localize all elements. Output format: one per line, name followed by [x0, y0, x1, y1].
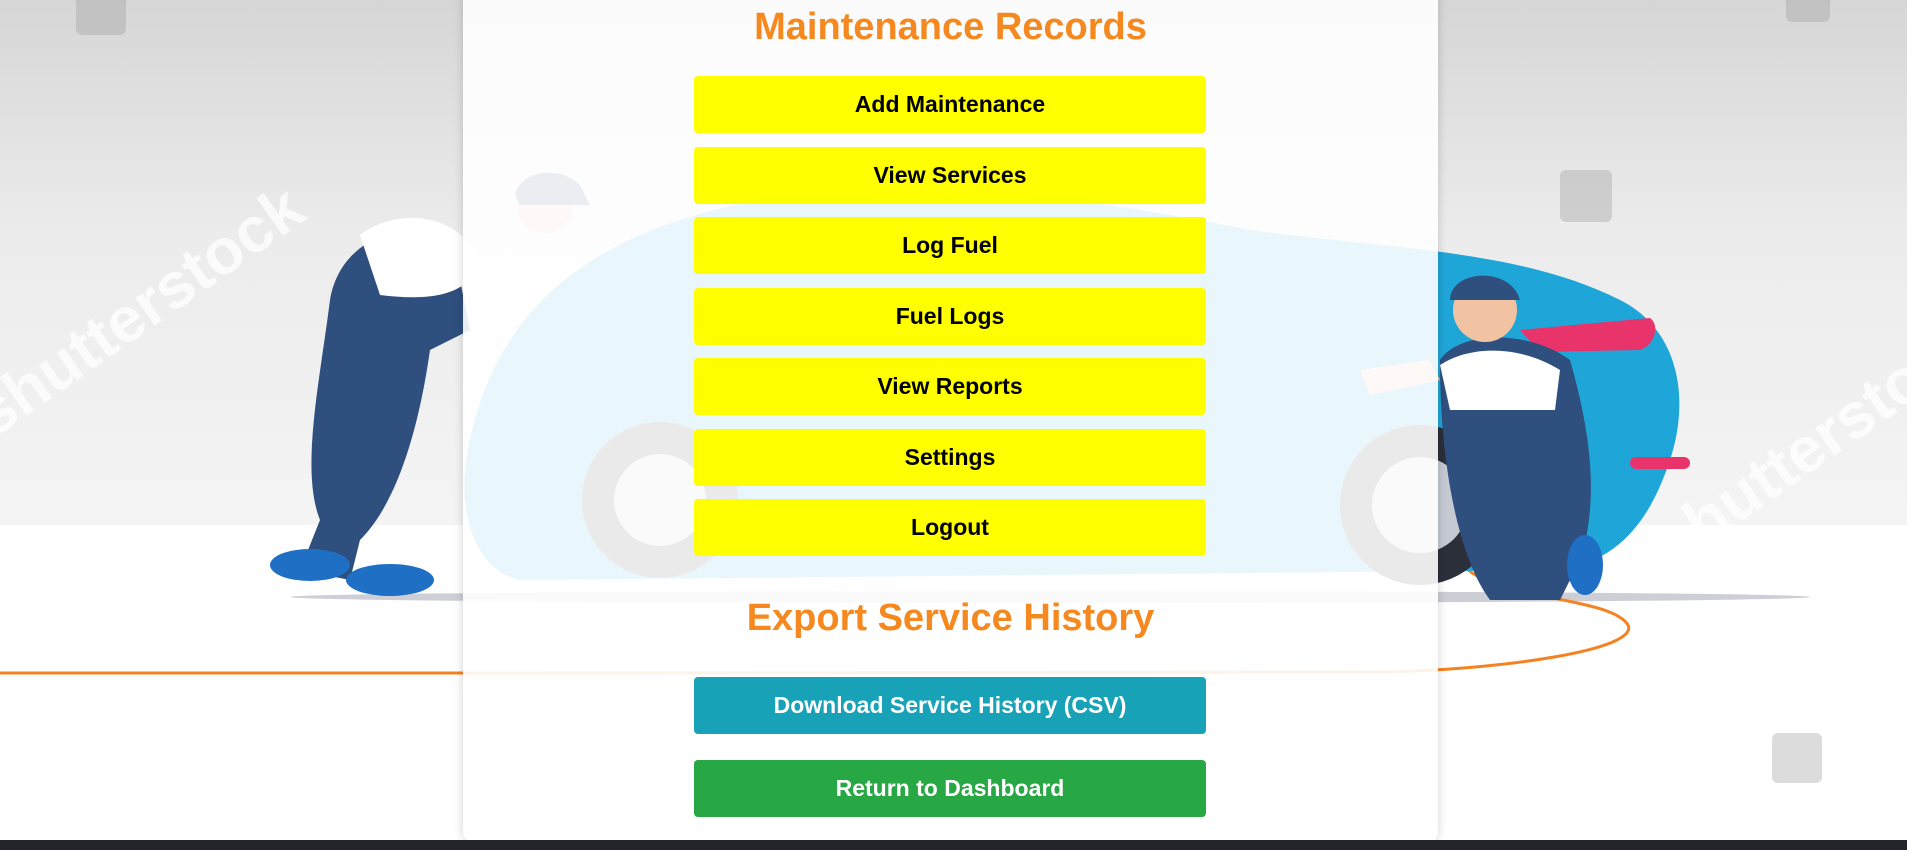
view-reports-button[interactable]: View Reports: [694, 358, 1206, 415]
return-to-dashboard-button[interactable]: Return to Dashboard: [694, 760, 1206, 817]
settings-button[interactable]: Settings: [694, 429, 1206, 486]
fuel-logs-button[interactable]: Fuel Logs: [694, 288, 1206, 345]
logout-button[interactable]: Logout: [694, 499, 1206, 556]
car-tail-light: [1630, 457, 1690, 469]
window-bottom-edge: [0, 840, 1907, 850]
maintenance-records-title: Maintenance Records: [754, 6, 1147, 48]
content-panel: Maintenance Records Add Maintenance View…: [463, 0, 1438, 842]
view-services-button[interactable]: View Services: [694, 147, 1206, 204]
export-service-history-title: Export Service History: [746, 597, 1155, 639]
add-maintenance-button[interactable]: Add Maintenance: [694, 76, 1206, 133]
download-csv-button[interactable]: Download Service History (CSV): [694, 677, 1206, 734]
log-fuel-button[interactable]: Log Fuel: [694, 217, 1206, 274]
page-stage: shutterstock shutterstock Maintenance Re…: [0, 0, 1907, 850]
